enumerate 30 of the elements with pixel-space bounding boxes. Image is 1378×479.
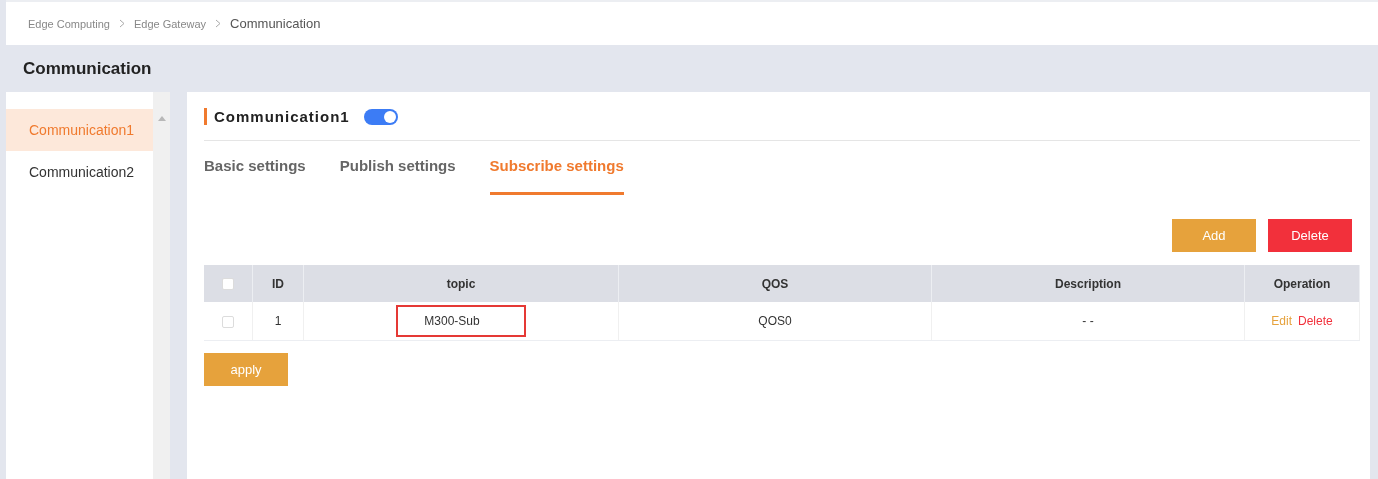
breadcrumb-link[interactable]: Edge Computing xyxy=(28,17,110,30)
delete-link[interactable]: Delete xyxy=(1298,314,1333,328)
scroll-up-icon[interactable] xyxy=(157,116,166,121)
tab[interactable]: Basic settings xyxy=(204,149,306,195)
edit-link[interactable]: Edit xyxy=(1271,314,1292,328)
tab[interactable]: Subscribe settings xyxy=(489,149,624,195)
column-header: topic xyxy=(446,276,476,291)
sidebar-item[interactable]: Communication2 xyxy=(6,151,153,193)
apply-button[interactable]: apply xyxy=(204,353,288,386)
table-cell: 1 xyxy=(274,314,282,328)
delete-button[interactable]: Delete xyxy=(1268,219,1352,252)
breadcrumb-link[interactable]: Edge Gateway xyxy=(133,17,207,30)
table-cell: M300-Sub xyxy=(396,305,526,337)
column-header: ID xyxy=(272,276,284,291)
chevron-icon xyxy=(215,19,222,28)
chevron-icon xyxy=(118,19,125,28)
tab[interactable]: Publish settings xyxy=(339,149,456,195)
table-cell: QOS0 xyxy=(758,314,792,328)
column-header: Operation xyxy=(1273,276,1331,291)
scrollbar[interactable] xyxy=(153,92,170,479)
toggle-switch[interactable] xyxy=(363,108,398,125)
checkbox[interactable] xyxy=(222,278,234,291)
checkbox[interactable] xyxy=(222,315,234,328)
table-cell: - - xyxy=(1082,314,1094,328)
column-header: Description xyxy=(1055,276,1121,291)
column-header: QOS xyxy=(761,276,789,291)
add-button[interactable]: Add xyxy=(1172,219,1256,252)
page-title: Communication xyxy=(23,58,152,79)
section-title: Communication1 xyxy=(204,108,350,125)
sidebar-item[interactable]: Communication1 xyxy=(6,109,153,151)
